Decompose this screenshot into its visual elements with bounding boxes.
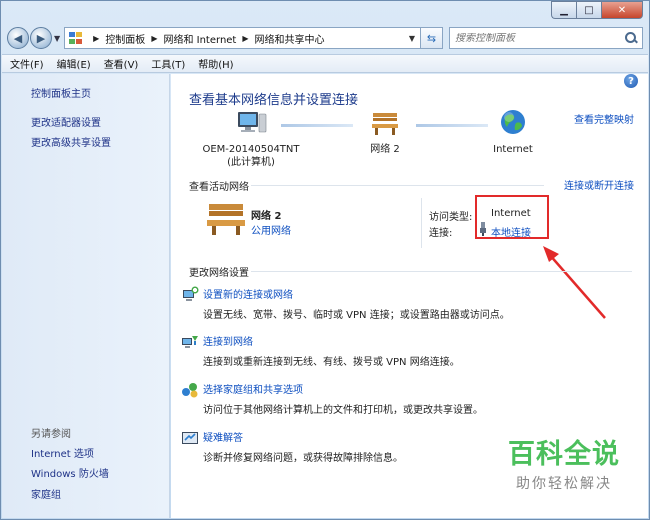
breadcrumb-network-sharing-center[interactable]: 网络和共享中心 bbox=[255, 31, 325, 46]
task-link-setup-connection[interactable]: 设置新的连接或网络 bbox=[203, 286, 510, 301]
forward-arrow-icon: ▶ bbox=[36, 31, 46, 45]
close-button[interactable]: ✕ bbox=[601, 1, 643, 19]
map-connector bbox=[416, 124, 488, 127]
control-panel-icon bbox=[69, 32, 83, 44]
task-homegroup-sharing[interactable]: 选择家庭组和共享选项 访问位于其他网络计算机上的文件和打印机，或更改共享设置。 bbox=[182, 381, 483, 416]
minimize-button[interactable]: ▁ bbox=[551, 1, 576, 19]
refresh-icon: ⇆ bbox=[426, 31, 437, 45]
window-controls: ▁ □ ✕ bbox=[551, 1, 643, 19]
task-connect-network[interactable]: 连接到网络 连接到或重新连接到无线、有线、拨号或 VPN 网络连接。 bbox=[182, 333, 460, 368]
task-setup-connection[interactable]: 设置新的连接或网络 设置无线、宽带、拨号、临时或 VPN 连接；或设置路由器或访… bbox=[183, 286, 510, 321]
back-button[interactable]: ◀ bbox=[7, 27, 29, 49]
map-connector bbox=[281, 124, 353, 127]
map-node-internet[interactable]: Internet bbox=[485, 108, 541, 156]
task-desc-homegroup-sharing: 访问位于其他网络计算机上的文件和打印机，或更改共享设置。 bbox=[203, 405, 483, 416]
computer-sub-label: (此计算机) bbox=[227, 157, 275, 168]
access-type-label: 访问类型: bbox=[429, 212, 473, 223]
highlight-box bbox=[475, 195, 549, 239]
watermark-main: 百科全说 bbox=[508, 439, 620, 470]
homegroup-icon bbox=[182, 383, 198, 398]
new-connection-icon bbox=[183, 286, 199, 301]
breadcrumb-separator[interactable]: ▶ bbox=[151, 34, 157, 43]
sidebar-item-homegroup[interactable]: 家庭组 bbox=[31, 486, 61, 501]
breadcrumb-separator[interactable]: ▶ bbox=[242, 34, 248, 43]
section-divider bbox=[251, 185, 544, 186]
explorer-window: ▁ □ ✕ ◀ ▶ ▼ ▶ 控制面板 ▶ 网络和 Internet ▶ 网络和共… bbox=[0, 0, 650, 520]
recent-pages-dropdown[interactable]: ▼ bbox=[54, 34, 60, 43]
maximize-button[interactable]: □ bbox=[576, 1, 601, 19]
map-node-computer[interactable]: OEM-20140504TNT (此计算机) bbox=[201, 110, 301, 169]
task-link-homegroup-sharing[interactable]: 选择家庭组和共享选项 bbox=[203, 381, 483, 396]
task-desc-connect-network: 连接到或重新连接到无线、有线、拨号或 VPN 网络连接。 bbox=[203, 357, 460, 368]
computer-name-label: OEM-20140504TNT bbox=[202, 144, 300, 155]
section-divider bbox=[251, 271, 632, 272]
sidebar-item-change-adapter-settings[interactable]: 更改适配器设置 bbox=[31, 114, 101, 129]
search-box[interactable] bbox=[449, 27, 643, 49]
sidebar: 控制面板主页 更改适配器设置 更改高级共享设置 另请参阅 Internet 选项… bbox=[2, 74, 170, 518]
connect-network-icon bbox=[182, 336, 198, 348]
computer-icon bbox=[238, 112, 267, 133]
refresh-button[interactable]: ⇆ bbox=[421, 27, 443, 49]
internet-node-label: Internet bbox=[493, 144, 533, 155]
bench-icon bbox=[207, 204, 245, 235]
menu-help[interactable]: 帮助(H) bbox=[198, 56, 233, 71]
forward-button[interactable]: ▶ bbox=[30, 27, 52, 49]
task-desc-troubleshoot: 诊断并修复网络问题，或获得故障排除信息。 bbox=[203, 453, 403, 464]
task-troubleshoot[interactable]: 疑难解答 诊断并修复网络问题，或获得故障排除信息。 bbox=[182, 429, 403, 464]
network-type-link[interactable]: 公用网络 bbox=[251, 222, 291, 237]
view-full-map-link[interactable]: 查看完整映射 bbox=[574, 111, 634, 126]
navigation-bar: ◀ ▶ ▼ ▶ 控制面板 ▶ 网络和 Internet ▶ 网络和共享中心 ▼ … bbox=[7, 26, 643, 50]
task-link-connect-network[interactable]: 连接到网络 bbox=[203, 333, 460, 348]
breadcrumb-control-panel[interactable]: 控制面板 bbox=[105, 31, 145, 46]
watermark: 百科全说 助你轻松解决 bbox=[508, 432, 620, 493]
bench-icon bbox=[372, 113, 398, 135]
sidebar-item-windows-firewall[interactable]: Windows 防火墙 bbox=[31, 465, 109, 480]
sidebar-item-control-panel-home[interactable]: 控制面板主页 bbox=[31, 85, 91, 100]
map-node-network[interactable]: 网络 2 bbox=[357, 110, 413, 156]
network-node-label: 网络 2 bbox=[370, 144, 400, 155]
active-networks-title: 查看活动网络 bbox=[189, 182, 249, 193]
troubleshoot-icon bbox=[182, 432, 198, 444]
sidebar-item-change-advanced-sharing[interactable]: 更改高级共享设置 bbox=[31, 134, 111, 149]
main-content: ? 查看基本网络信息并设置连接 查看完整映射 OEM-20140504TNT (… bbox=[171, 74, 648, 518]
menu-tools[interactable]: 工具(T) bbox=[151, 56, 185, 71]
back-arrow-icon: ◀ bbox=[13, 31, 23, 45]
breadcrumb-separator[interactable]: ▶ bbox=[93, 34, 99, 43]
menu-edit[interactable]: 编辑(E) bbox=[57, 56, 91, 71]
sidebar-item-internet-options[interactable]: Internet 选项 bbox=[31, 445, 94, 460]
connect-disconnect-link[interactable]: 连接或断开连接 bbox=[564, 177, 634, 192]
see-also-title: 另请参阅 bbox=[31, 429, 71, 440]
globe-icon bbox=[501, 110, 525, 134]
active-network-name: 网络 2 bbox=[251, 211, 282, 222]
red-arrow-annotation bbox=[543, 246, 606, 319]
help-icon[interactable]: ? bbox=[624, 74, 638, 88]
connection-label: 连接: bbox=[429, 228, 453, 239]
page-title: 查看基本网络信息并设置连接 bbox=[189, 93, 359, 108]
vertical-divider bbox=[421, 198, 422, 248]
task-link-troubleshoot[interactable]: 疑难解答 bbox=[203, 429, 403, 444]
address-dropdown-button[interactable]: ▼ bbox=[404, 34, 420, 43]
watermark-sub: 助你轻松解决 bbox=[516, 476, 612, 492]
menu-bar: 文件(F) 编辑(E) 查看(V) 工具(T) 帮助(H) bbox=[2, 54, 648, 73]
change-settings-title: 更改网络设置 bbox=[189, 268, 249, 279]
menu-file[interactable]: 文件(F) bbox=[10, 56, 44, 71]
address-bar[interactable]: ▶ 控制面板 ▶ 网络和 Internet ▶ 网络和共享中心 ▼ bbox=[64, 27, 421, 49]
search-icon[interactable] bbox=[625, 32, 637, 44]
search-input[interactable] bbox=[455, 32, 625, 44]
menu-view[interactable]: 查看(V) bbox=[104, 56, 139, 71]
task-desc-setup-connection: 设置无线、宽带、拨号、临时或 VPN 连接；或设置路由器或访问点。 bbox=[203, 310, 510, 321]
breadcrumb-network-internet[interactable]: 网络和 Internet bbox=[163, 31, 236, 46]
